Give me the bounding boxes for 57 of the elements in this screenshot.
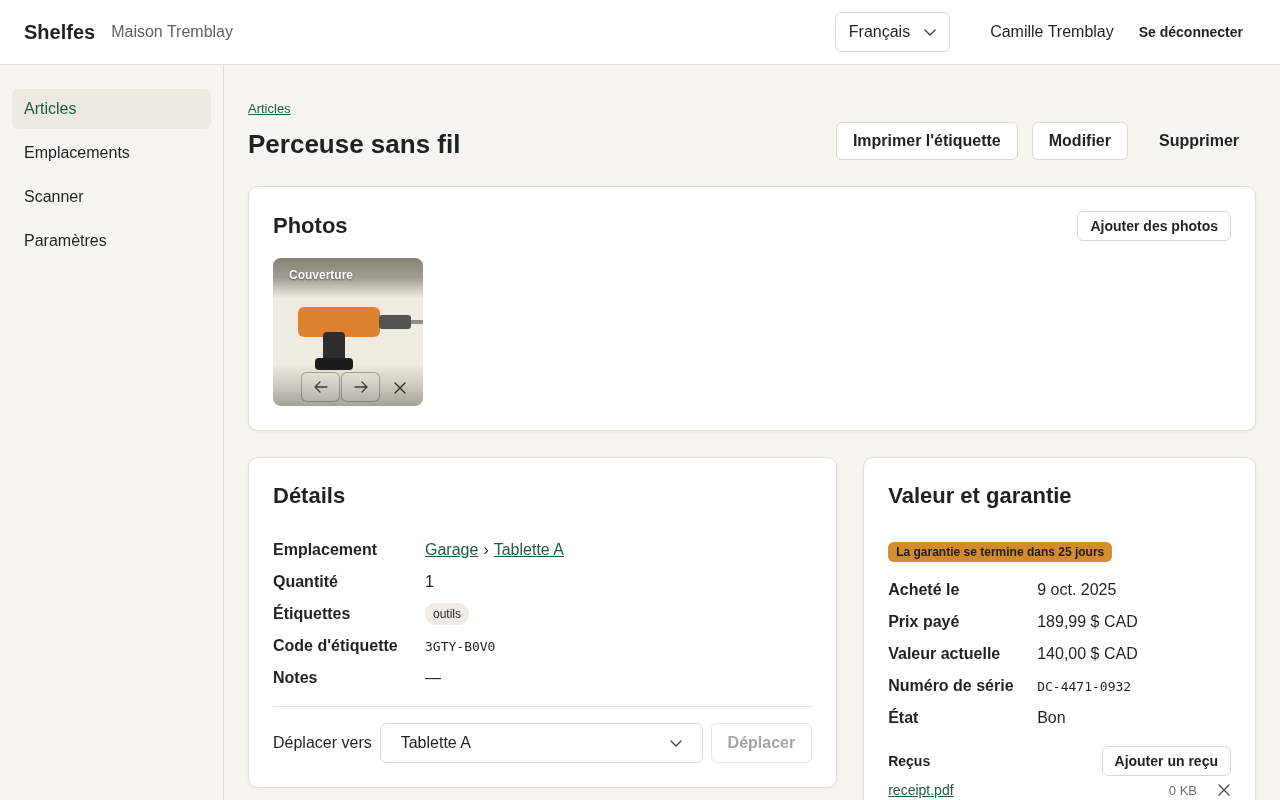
field-label: Numéro de série [888, 677, 1015, 695]
chevron-down-icon [924, 28, 937, 36]
page-title: Perceuse sans fil [248, 128, 461, 160]
arrow-left-icon [313, 381, 328, 393]
add-receipt-button[interactable]: Ajouter un reçu [1101, 746, 1231, 776]
field-value: Bon [1037, 709, 1066, 727]
warranty-notice: La garantie se termine dans 25 jours [888, 542, 1113, 562]
household-name: Maison Tremblay [111, 23, 233, 41]
user-name: Camille Tremblay [990, 23, 1114, 41]
chevron-down-icon [669, 739, 682, 747]
arrow-right-icon [353, 381, 368, 393]
section-title: Photos [273, 212, 348, 240]
file-link[interactable]: receipt.pdf [888, 782, 954, 798]
path-separator: › [483, 541, 489, 559]
move-right-button[interactable] [341, 372, 380, 402]
breadcrumb-link[interactable]: Articles [248, 101, 291, 117]
remove-photo-button[interactable] [393, 381, 407, 395]
sidebar-item[interactable]: Articles [12, 89, 211, 129]
sidebar-item[interactable]: Scanner [12, 177, 211, 217]
file-size: 0 KB [1168, 782, 1197, 798]
move-left-button[interactable] [301, 372, 340, 402]
language-select[interactable]: Français [834, 12, 951, 52]
field-value: — [425, 669, 441, 687]
section-title: Valeur et garantie [888, 482, 1072, 510]
field-value: 189,99 $ CAD [1037, 613, 1138, 631]
move-label: Déplacer vers [273, 734, 372, 752]
tag: outils [425, 603, 469, 625]
remove-receipt-button[interactable] [1217, 783, 1231, 797]
section-title: Détails [273, 482, 346, 510]
field-label: Notes [273, 669, 319, 687]
field-label: Étiquettes [273, 605, 352, 623]
field-label: Valeur actuelle [888, 645, 1002, 663]
sidebar-item[interactable]: Emplacements [12, 133, 211, 173]
field-label: Emplacement [273, 541, 379, 559]
field-label: Acheté le [888, 581, 961, 599]
field-value: 3GTY-B0V0 [425, 638, 496, 654]
add-photos-button[interactable]: Ajouter des photos [1077, 211, 1231, 241]
field-value: 9 oct. 2025 [1037, 581, 1117, 599]
field-label: État [888, 709, 920, 727]
field-value: 140,00 $ CAD [1037, 645, 1138, 663]
logout-button[interactable]: Se déconnecter [1126, 16, 1255, 48]
location-link[interactable]: Tablette A [493, 541, 564, 559]
field-value: 1 [425, 573, 434, 591]
cover-label: Couverture [289, 268, 353, 282]
field-label: Prix payé [888, 613, 961, 631]
field-label: Quantité [273, 573, 339, 591]
print-label-button[interactable]: Imprimer l'étiquette [835, 122, 1018, 160]
receipts-label: Reçus [888, 753, 931, 769]
edit-button[interactable]: Modifier [1031, 122, 1128, 160]
delete-button[interactable]: Supprimer [1142, 122, 1256, 160]
close-icon [394, 382, 406, 394]
field-value: DC-4471-0932 [1037, 678, 1132, 694]
close-icon [1218, 784, 1230, 796]
sidebar-item[interactable]: Paramètres [12, 221, 211, 261]
location-link[interactable]: Garage [425, 541, 479, 559]
brand-name: Shelfes [24, 20, 96, 44]
field-label: Code d'étiquette [273, 637, 399, 655]
